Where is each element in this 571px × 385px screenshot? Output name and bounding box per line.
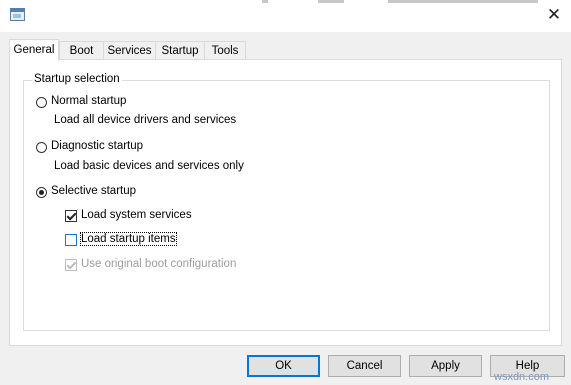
- ok-button[interactable]: OK: [247, 355, 320, 377]
- normal-startup-description: Load all device drivers and services: [54, 114, 237, 126]
- apply-button[interactable]: Apply: [409, 355, 482, 377]
- close-icon[interactable]: ✕: [540, 3, 568, 27]
- cancel-button[interactable]: Cancel: [328, 355, 401, 377]
- watermark-text: wsxdn.com: [494, 371, 550, 383]
- title-bar: ✕: [0, 0, 571, 32]
- diagnostic-startup-description: Load basic devices and services only: [54, 160, 244, 172]
- selective-startup-radio[interactable]: [36, 187, 47, 198]
- background-artifact: [262, 0, 268, 3]
- tab-general[interactable]: General: [9, 39, 59, 61]
- tab-tools[interactable]: Tools: [204, 41, 246, 59]
- background-artifact: [388, 0, 538, 3]
- selective-startup-label[interactable]: Selective startup: [51, 185, 136, 197]
- tab-boot[interactable]: Boot: [59, 41, 104, 59]
- use-original-boot-config-checkbox: [65, 259, 77, 271]
- general-tab-panel: Startup selection Normal startup Load al…: [9, 59, 562, 346]
- tab-services[interactable]: Services: [103, 41, 156, 59]
- tab-startup[interactable]: Startup: [155, 41, 205, 59]
- use-original-boot-config-label: Use original boot configuration: [81, 258, 237, 270]
- load-system-services-label[interactable]: Load system services: [81, 209, 192, 221]
- diagnostic-startup-label[interactable]: Diagnostic startup: [51, 140, 143, 152]
- normal-startup-label[interactable]: Normal startup: [51, 95, 126, 107]
- background-artifact: [318, 0, 344, 3]
- msconfig-app-icon: [10, 8, 25, 21]
- diagnostic-startup-radio[interactable]: [36, 142, 47, 153]
- group-title: Startup selection: [32, 73, 122, 85]
- startup-selection-group: Startup selection Normal startup Load al…: [23, 73, 550, 331]
- load-startup-items-checkbox[interactable]: [65, 234, 77, 246]
- load-system-services-checkbox[interactable]: [65, 210, 77, 222]
- load-startup-items-label[interactable]: Load startup items: [80, 232, 177, 246]
- normal-startup-radio[interactable]: [36, 97, 47, 108]
